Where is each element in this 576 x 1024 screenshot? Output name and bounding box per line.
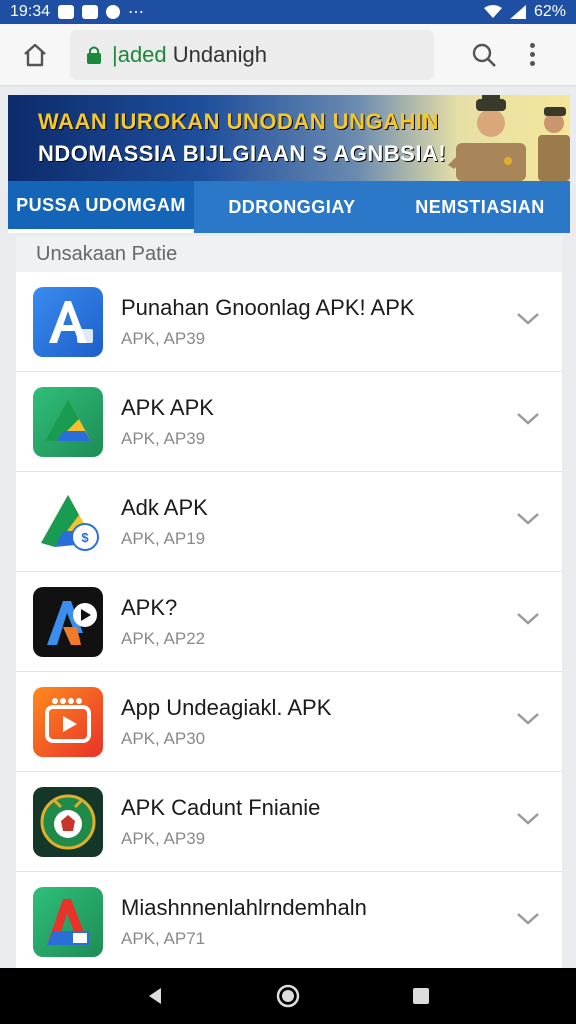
chevron-down-icon[interactable]	[516, 410, 540, 426]
promo-banner[interactable]: WAAN IUROKAN UNODAN UNGAHIN NDOMASSIA BI…	[8, 95, 570, 181]
back-button-icon[interactable]	[145, 986, 165, 1006]
chevron-down-icon[interactable]	[516, 910, 540, 926]
chevron-down-icon[interactable]	[516, 310, 540, 326]
notification-icon	[58, 5, 75, 19]
url-text: Undanigh	[172, 41, 267, 67]
category-tabs: PUSSA UDOMGAM DDRONGGIAY NEMSTIASIAN	[8, 181, 570, 233]
chevron-down-icon[interactable]	[516, 510, 540, 526]
banner-line-1: WAAN IUROKAN UNODAN UNGAHIN	[38, 109, 439, 134]
signal-icon	[509, 5, 526, 19]
banner-line-2: NDOMASSIA BIJLGIAAN S AGNBSIA!	[38, 141, 447, 166]
app-title: APK Cadunt Fnianie	[121, 794, 321, 820]
app-title: APK APK	[121, 394, 214, 420]
menu-dot-icon	[529, 61, 535, 66]
list-item[interactable]: Miashnnenlahlrndemhaln APK, AP71	[16, 872, 562, 968]
tab-ddronggiay[interactable]: DDRONGGIAY	[194, 181, 390, 233]
status-bar: 19:34 ⋯ 62%	[0, 0, 576, 24]
recents-button-icon[interactable]	[411, 986, 431, 1006]
app-title: Punahan Gnoonlag APK! APK	[121, 294, 415, 320]
list-item[interactable]: APK? APK, AP22	[16, 572, 562, 672]
lock-icon	[87, 46, 101, 64]
app-title: APK?	[121, 594, 178, 620]
app-subtitle: APK, AP39	[121, 328, 206, 348]
url-input[interactable]: |aded Undanigh	[70, 29, 434, 80]
overflow-menu-button[interactable]	[512, 24, 552, 86]
url-prefix: |aded	[112, 41, 167, 67]
list-item[interactable]: App Undeagiakl. APK APK, AP30	[16, 672, 562, 772]
officer-illustration	[448, 95, 570, 181]
emblem-icon	[33, 786, 103, 857]
tab-pussa-udomgam[interactable]: PUSSA UDOMGAM	[8, 181, 194, 233]
home-button[interactable]	[0, 24, 70, 86]
notification-icon	[106, 5, 121, 19]
app-subtitle: APK, AP30	[121, 728, 206, 748]
wifi-icon	[483, 5, 502, 18]
chevron-down-icon[interactable]	[516, 710, 540, 726]
list-item[interactable]: Punahan Gnoonlag APK! APK APK, AP39	[16, 272, 562, 372]
app-title: Miashnnenlahlrndemhaln	[121, 894, 367, 920]
app-title: App Undeagiakl. APK	[121, 694, 332, 720]
battery-level: 62%	[533, 3, 566, 20]
app-subtitle: APK, AP39	[121, 428, 206, 448]
app-subtitle: APK, AP39	[121, 828, 206, 848]
menu-dot-icon	[529, 43, 535, 48]
notification-icon	[82, 5, 99, 19]
browser-toolbar: |aded Undanigh	[0, 24, 576, 86]
status-time: 19:34	[10, 3, 51, 20]
search-icon	[472, 43, 496, 67]
list-item[interactable]: APK Cadunt Fnianie APK, AP39	[16, 772, 562, 872]
home-button-icon[interactable]	[276, 984, 300, 1008]
video-play-icon	[33, 686, 103, 757]
app-a-green-icon	[33, 886, 103, 957]
system-nav-bar	[0, 968, 576, 1024]
app-list: Unsakaan Patie Punahan Gnoonlag APK! APK…	[16, 236, 562, 968]
chevron-down-icon[interactable]	[516, 610, 540, 626]
list-item[interactable]: $ Adk APK APK, AP19	[16, 472, 562, 572]
chevron-down-icon[interactable]	[516, 810, 540, 826]
drive-triangle-icon	[33, 386, 103, 457]
app-subtitle: APK, AP22	[121, 628, 206, 648]
app-title: Adk APK	[121, 494, 208, 520]
app-a-dark-icon	[33, 586, 103, 657]
list-header: Unsakaan Patie	[16, 236, 562, 272]
search-button[interactable]	[456, 24, 512, 86]
app-subtitle: APK, AP19	[121, 528, 206, 548]
app-a-blue-icon	[33, 286, 103, 357]
more-notifications-icon: ⋯	[128, 4, 145, 21]
svg-text:$: $	[81, 530, 89, 545]
tab-nemstiasian[interactable]: NEMSTIASIAN	[390, 181, 570, 233]
app-subtitle: APK, AP71	[121, 928, 206, 948]
drive-badge-icon: $	[33, 486, 103, 557]
list-item[interactable]: APK APK APK, AP39	[16, 372, 562, 472]
menu-dot-icon	[529, 52, 535, 57]
home-icon	[24, 43, 46, 66]
